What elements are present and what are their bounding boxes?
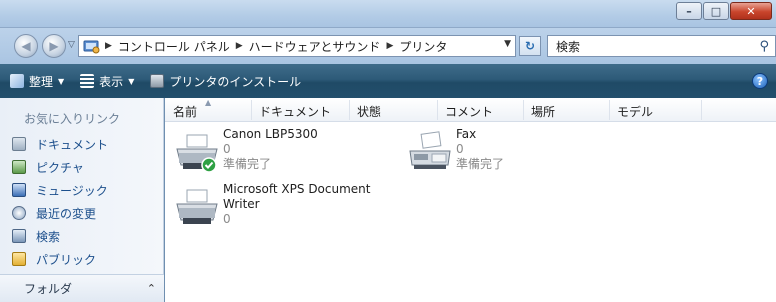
sidebar-item-pictures[interactable]: ピクチャ xyxy=(12,157,84,177)
address-row: ◀ ▶ ▽ ▶ コントロール パネル ▶ ハードウェアとサウンド ▶ プリンタ … xyxy=(0,28,776,64)
sidebar-item-label: ドキュメント xyxy=(36,137,109,152)
add-printer-button[interactable]: プリンタのインストール xyxy=(150,73,301,90)
printer-details: Microsoft XPS Document Writer 0 xyxy=(223,182,370,227)
search-icon[interactable]: ⚲ xyxy=(759,39,769,54)
sidebar-item-label: ミュージック xyxy=(36,183,108,198)
breadcrumb-control-panel[interactable]: コントロール パネル xyxy=(118,38,230,55)
breadcrumb-separator[interactable]: ▶ xyxy=(386,41,393,51)
back-button[interactable]: ◀ xyxy=(14,34,38,58)
folders-label: フォルダ xyxy=(24,282,73,296)
chevron-down-icon: ▼ xyxy=(128,76,135,86)
breadcrumb-printers[interactable]: プリンタ xyxy=(399,38,447,55)
column-header-location[interactable]: 場所 xyxy=(531,103,555,120)
public-folder-icon xyxy=(12,252,26,266)
address-bar[interactable]: ▶ コントロール パネル ▶ ハードウェアとサウンド ▶ プリンタ ▼ xyxy=(78,35,516,57)
column-divider[interactable] xyxy=(437,100,438,120)
printer-status: 準備完了 xyxy=(456,157,505,171)
views-icon xyxy=(80,74,95,88)
sidebar-item-label: 最近の変更 xyxy=(36,206,97,221)
views-button[interactable]: 表示 ▼ xyxy=(80,73,134,90)
column-header-model[interactable]: モデル xyxy=(617,103,653,120)
address-dropdown-icon[interactable]: ▼ xyxy=(504,39,511,49)
column-header-comment[interactable]: コメント xyxy=(445,103,493,120)
refresh-icon: ↻ xyxy=(524,39,536,53)
recent-pages-dropdown[interactable]: ▽ xyxy=(68,40,75,50)
column-header-row: ▲ 名前 ドキュメント 状態 コメント 場所 モデル xyxy=(165,98,776,122)
favorite-links-heading: お気に入りリンク xyxy=(24,112,121,126)
documents-icon xyxy=(12,137,26,151)
search-input[interactable]: 検索 ⚲ xyxy=(547,35,776,57)
column-divider[interactable] xyxy=(701,100,702,120)
control-panel-icon xyxy=(83,40,100,54)
printer-icon xyxy=(176,134,218,173)
help-icon[interactable]: ? xyxy=(752,73,768,89)
search-placeholder: 検索 xyxy=(556,39,581,54)
sidebar-item-search[interactable]: 検索 xyxy=(12,226,60,246)
views-label: 表示 xyxy=(99,74,124,89)
sort-ascending-icon: ▲ xyxy=(205,98,212,107)
organize-icon xyxy=(10,74,24,88)
fax-icon xyxy=(409,131,451,169)
breadcrumb-hardware-sound[interactable]: ハードウェアとサウンド xyxy=(249,38,381,55)
add-printer-label: プリンタのインストール xyxy=(169,74,302,89)
column-divider[interactable] xyxy=(523,100,524,120)
command-toolbar: 整理 ▼ 表示 ▼ プリンタのインストール ? xyxy=(0,64,776,98)
printer-status: 準備完了 xyxy=(223,157,272,171)
add-printer-icon xyxy=(150,74,165,88)
search-folder-icon xyxy=(12,229,26,243)
breadcrumb-separator[interactable]: ▶ xyxy=(236,41,243,51)
organize-label: 整理 xyxy=(29,74,54,89)
chevron-up-icon: ⌃ xyxy=(146,282,156,295)
printer-document-count: 0 xyxy=(223,212,231,226)
printer-name: Fax xyxy=(456,127,477,141)
sidebar-item-recent[interactable]: 最近の変更 xyxy=(12,203,96,223)
column-divider[interactable] xyxy=(349,100,350,120)
minimize-button[interactable]: – xyxy=(676,2,702,20)
printer-name: Canon LBP5300 xyxy=(223,127,318,141)
printer-details: Fax 0 準備完了 xyxy=(456,127,504,172)
printer-name: Microsoft XPS Document xyxy=(223,182,371,196)
recent-icon xyxy=(12,206,26,220)
folders-toggle[interactable]: フォルダ ⌃ xyxy=(0,274,164,302)
maximize-button[interactable]: □ xyxy=(703,2,729,20)
sidebar-item-public[interactable]: パブリック xyxy=(12,249,96,269)
printer-document-count: 0 xyxy=(223,142,231,156)
forward-arrow-icon: ▶ xyxy=(49,39,59,53)
printer-icon xyxy=(176,189,218,224)
music-icon xyxy=(12,183,26,197)
back-arrow-icon: ◀ xyxy=(21,39,31,53)
printer-item-xps[interactable]: Microsoft XPS Document Writer 0 xyxy=(173,182,393,230)
refresh-button[interactable]: ↻ xyxy=(519,36,541,56)
printer-item-canon[interactable]: Canon LBP5300 0 準備完了 xyxy=(173,127,373,175)
organize-button[interactable]: 整理 ▼ xyxy=(10,73,64,90)
window-controls: – □ ✕ xyxy=(675,2,772,20)
breadcrumb-separator: ▶ xyxy=(105,41,112,51)
printer-document-count: 0 xyxy=(456,142,464,156)
sidebar-item-label: 検索 xyxy=(36,229,61,244)
column-header-documents[interactable]: ドキュメント xyxy=(259,103,331,120)
printer-item-fax[interactable]: Fax 0 準備完了 xyxy=(406,127,606,175)
pictures-icon xyxy=(12,160,26,174)
column-header-name[interactable]: 名前 xyxy=(173,103,197,120)
column-header-status[interactable]: 状態 xyxy=(357,103,381,120)
sidebar-item-label: パブリック xyxy=(36,252,97,267)
file-list-pane: ▲ 名前 ドキュメント 状態 コメント 場所 モデル Canon LBP5300… xyxy=(165,98,776,302)
navigation-pane: お気に入りリンク ドキュメント ピクチャ ミュージック 最近の変更 検索 パブリ… xyxy=(0,98,164,302)
title-bar: – □ ✕ xyxy=(0,0,776,28)
printer-name-continued: Writer xyxy=(223,197,260,211)
forward-button[interactable]: ▶ xyxy=(42,34,66,58)
sidebar-item-label: ピクチャ xyxy=(36,160,84,175)
sidebar-item-music[interactable]: ミュージック xyxy=(12,180,108,200)
column-divider[interactable] xyxy=(251,100,252,120)
chevron-down-icon: ▼ xyxy=(58,76,65,86)
column-divider[interactable] xyxy=(609,100,610,120)
sidebar-item-documents[interactable]: ドキュメント xyxy=(12,134,108,154)
close-button[interactable]: ✕ xyxy=(730,2,772,20)
printer-details: Canon LBP5300 0 準備完了 xyxy=(223,127,318,172)
